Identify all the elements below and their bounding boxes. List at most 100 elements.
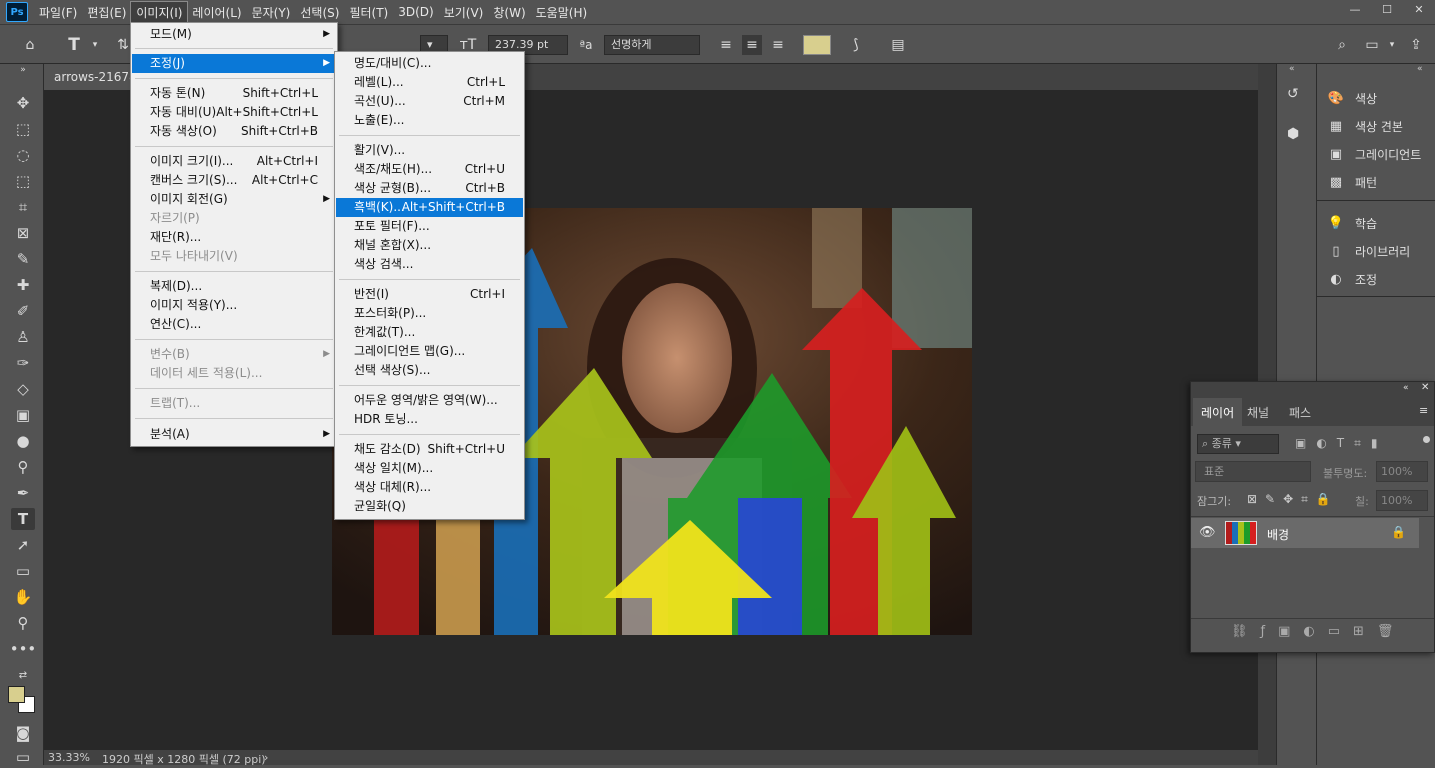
- layer-footer-icons[interactable]: ⛓ƒ▣◐▭⊞🗑: [1231, 624, 1406, 639]
- menu-item-desaturate[interactable]: 채도 감소(D) Shift+Ctrl+U: [336, 440, 523, 459]
- menu-item-posterize[interactable]: 포스터화(P)...: [336, 304, 523, 323]
- menu-item-image-rotation[interactable]: 이미지 회전(G) ▶: [132, 190, 336, 209]
- align-left-icon[interactable]: ≡: [716, 35, 736, 55]
- filter-toggle-icon[interactable]: [1423, 436, 1430, 443]
- menu-item-image-size[interactable]: 이미지 크기(I)... Alt+Ctrl+I: [132, 152, 336, 171]
- dodge-tool-icon[interactable]: ⚲: [11, 456, 35, 478]
- quick-mask-icon[interactable]: ◙: [11, 722, 35, 744]
- menu-item-auto-color[interactable]: 자동 색상(O) Shift+Ctrl+B: [132, 122, 336, 141]
- menu-item-analysis[interactable]: 분석(A) ▶: [132, 425, 336, 444]
- menu-item-curves[interactable]: 곡선(U)... Ctrl+M: [336, 92, 523, 111]
- panel-gradients[interactable]: ▣ 그레이디언트: [1327, 143, 1421, 165]
- crop-tool-icon[interactable]: ⌗: [11, 196, 35, 218]
- panel-adjustments[interactable]: ◐ 조정: [1327, 268, 1377, 290]
- move-tool-icon[interactable]: ✥: [11, 92, 35, 114]
- menu-edit[interactable]: 편집(E): [82, 2, 131, 23]
- tab-channels[interactable]: 채널: [1239, 398, 1277, 426]
- panel-learn[interactable]: 💡 학습: [1327, 212, 1377, 234]
- collapse-toolbar-icon[interactable]: »: [11, 64, 35, 76]
- menu-layer[interactable]: 레이어(L): [187, 2, 246, 23]
- menu-item-apply-image[interactable]: 이미지 적용(Y)...: [132, 296, 336, 315]
- menu-item-match-color[interactable]: 색상 일치(M)...: [336, 459, 523, 478]
- panel-swatches[interactable]: ▦ 색상 견본: [1327, 115, 1403, 137]
- tab-paths[interactable]: 패스: [1281, 398, 1319, 426]
- eyedropper-tool-icon[interactable]: ✎: [11, 248, 35, 270]
- frame-tool-icon[interactable]: ⊠: [11, 222, 35, 244]
- menu-item-brightness-contrast[interactable]: 명도/대비(C)...: [336, 54, 523, 73]
- type-tool-preset-icon[interactable]: T: [64, 35, 84, 55]
- panel-color[interactable]: 🎨 색상: [1327, 87, 1377, 109]
- eye-icon[interactable]: 👁: [1199, 525, 1216, 540]
- panel-libraries[interactable]: ▯ 라이브러리: [1327, 240, 1410, 262]
- tab-layers[interactable]: 레이어: [1193, 398, 1243, 426]
- marquee-tool-icon[interactable]: ⬚: [11, 118, 35, 140]
- collapse-panel-icon[interactable]: «: [1403, 383, 1409, 393]
- menu-3d[interactable]: 3D(D): [393, 3, 438, 21]
- menu-file[interactable]: 파일(F): [34, 2, 82, 23]
- align-center-icon[interactable]: ≡: [742, 35, 762, 55]
- menu-item-crop[interactable]: 자르기(P): [132, 209, 336, 228]
- 3d-cube-icon[interactable]: ⬢: [1287, 126, 1307, 146]
- menu-item-canvas-size[interactable]: 캔버스 크기(S)... Alt+Ctrl+C: [132, 171, 336, 190]
- chevron-down-icon[interactable]: ▾: [85, 35, 105, 55]
- layer-row[interactable]: 👁 배경 🔒: [1191, 518, 1419, 548]
- anti-alias-dropdown[interactable]: 선명하게: [604, 35, 700, 55]
- menu-item-trap[interactable]: 트랩(T)...: [132, 394, 336, 413]
- menu-item-shadows-highlights[interactable]: 어두운 영역/밝은 영역(W)...: [336, 391, 523, 410]
- menu-item-equalize[interactable]: 균일화(Q): [336, 497, 523, 516]
- menu-filter[interactable]: 필터(T): [344, 2, 393, 23]
- menu-item-variables[interactable]: 변수(B) ▶: [132, 345, 336, 364]
- lock-option-icons[interactable]: ⊠✎✥⌗🔒: [1247, 492, 1339, 507]
- layer-name[interactable]: 배경: [1267, 526, 1289, 543]
- minimize-button[interactable]: —: [1339, 0, 1371, 18]
- chevron-down-icon[interactable]: ▾: [1382, 35, 1402, 55]
- close-button[interactable]: ✕: [1403, 0, 1435, 18]
- menu-item-invert[interactable]: 반전(I) Ctrl+I: [336, 285, 523, 304]
- eraser-tool-icon[interactable]: ◇: [11, 378, 35, 400]
- filter-kind-dropdown[interactable]: ⌕ 종류 ▾: [1197, 434, 1279, 454]
- text-color-swatch[interactable]: [803, 35, 831, 55]
- menu-type[interactable]: 문자(Y): [247, 2, 296, 23]
- history-icon[interactable]: ↺: [1287, 86, 1307, 106]
- menu-help[interactable]: 도움말(H): [531, 2, 593, 23]
- menu-item-levels[interactable]: 레벨(L)... Ctrl+L: [336, 73, 523, 92]
- menu-item-mode[interactable]: 모드(M) ▶: [132, 25, 336, 44]
- menu-item-selective-color[interactable]: 선택 색상(S)...: [336, 361, 523, 380]
- panel-patterns[interactable]: ▩ 패턴: [1327, 171, 1377, 193]
- blur-tool-icon[interactable]: ●: [11, 430, 35, 452]
- hand-tool-icon[interactable]: ✋: [11, 586, 35, 608]
- menu-item-auto-tone[interactable]: 자동 톤(N) Shift+Ctrl+L: [132, 84, 336, 103]
- collapse-dock-icon[interactable]: «: [1417, 64, 1423, 74]
- swap-colors-icon[interactable]: ⇄: [11, 664, 35, 686]
- menu-item-reveal-all[interactable]: 모두 나타내기(V): [132, 247, 336, 266]
- menu-item-color-lookup[interactable]: 색상 검색...: [336, 255, 523, 274]
- menu-item-photo-filter[interactable]: 포토 필터(F)...: [336, 217, 523, 236]
- menu-item-trim[interactable]: 재단(R)...: [132, 228, 336, 247]
- fill-field[interactable]: 100%: [1376, 490, 1428, 511]
- brush-tool-icon[interactable]: ✐: [11, 300, 35, 322]
- menu-item-replace-color[interactable]: 색상 대체(R)...: [336, 478, 523, 497]
- rectangle-tool-icon[interactable]: ▭: [11, 560, 35, 582]
- menu-window[interactable]: 창(W): [488, 2, 530, 23]
- align-right-icon[interactable]: ≡: [768, 35, 788, 55]
- search-icon[interactable]: ⌕: [1332, 35, 1352, 55]
- menu-item-hdr-toning[interactable]: HDR 토닝...: [336, 410, 523, 429]
- menu-item-apply-data-set[interactable]: 데이터 세트 적용(L)...: [132, 364, 336, 383]
- menu-item-color-balance[interactable]: 색상 균형(B)... Ctrl+B: [336, 179, 523, 198]
- menu-item-gradient-map[interactable]: 그레이디언트 맵(G)...: [336, 342, 523, 361]
- character-panel-icon[interactable]: ▤: [888, 35, 908, 55]
- menu-item-hue-saturation[interactable]: 색조/채도(H)... Ctrl+U: [336, 160, 523, 179]
- maximize-button[interactable]: ☐: [1371, 0, 1403, 18]
- foreground-color-swatch-front[interactable]: [8, 686, 25, 703]
- clone-stamp-tool-icon[interactable]: ♙: [11, 326, 35, 348]
- healing-brush-tool-icon[interactable]: ✚: [11, 274, 35, 296]
- share-icon[interactable]: ⇪: [1406, 35, 1426, 55]
- more-tools-icon[interactable]: •••: [10, 638, 37, 660]
- workspace-icon[interactable]: ▭: [1362, 35, 1382, 55]
- opacity-field[interactable]: 100%: [1376, 461, 1428, 482]
- collapse-dock-icon[interactable]: «: [1289, 64, 1295, 74]
- menu-item-channel-mixer[interactable]: 채널 혼합(X)...: [336, 236, 523, 255]
- menu-item-duplicate[interactable]: 복제(D)...: [132, 277, 336, 296]
- menu-item-threshold[interactable]: 한계값(T)...: [336, 323, 523, 342]
- layer-filter-icons[interactable]: ▣◐T⌗▮: [1295, 436, 1388, 451]
